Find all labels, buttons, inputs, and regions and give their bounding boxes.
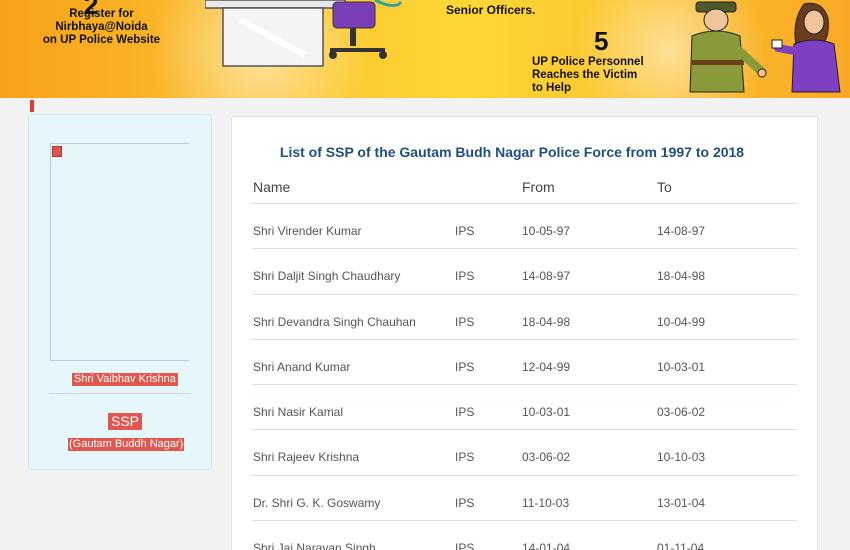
- card-divider: [49, 393, 191, 394]
- cell-name: Dr. Shri G. K. Goswamy: [253, 495, 381, 510]
- table-header: Name From To: [252, 169, 797, 204]
- cell-name: Shri Anand Kumar: [253, 359, 351, 374]
- broken-image-icon: [52, 146, 62, 157]
- cell-service: IPS: [455, 314, 475, 329]
- cell-from: 03-06-02: [522, 450, 571, 465]
- broken-image-marker: [30, 100, 34, 112]
- cell-service: IPS: [455, 359, 475, 374]
- table-row: Shri Nasir Kamal IPS 10-03-01 03-06-02: [252, 385, 797, 431]
- cell-name: Shri Virender Kumar: [253, 224, 362, 238]
- cell-to: 10-04-99: [657, 314, 706, 329]
- table-row: Shri Virender Kumar IPS 10-05-97 14-08-97: [252, 204, 797, 250]
- page-title: List of SSP of the Gautam Budh Nagar Pol…: [279, 144, 745, 160]
- cell-to: 01-11-04: [657, 541, 705, 550]
- desk-illustration-icon: [205, 0, 403, 67]
- column-header-to: To: [657, 179, 672, 195]
- cell-to: 10-10-03: [657, 450, 706, 465]
- cell-from: 10-03-01: [522, 405, 571, 420]
- ssp-list-panel: List of SSP of the Gautam Budh Nagar Pol…: [231, 116, 818, 550]
- cell-service: IPS: [455, 224, 475, 238]
- cell-from: 14-08-97: [522, 269, 571, 284]
- table-row: Shri Daljit Singh Chaudhary IPS 14-08-97 18…: [252, 249, 797, 295]
- table-row: Shri Anand Kumar IPS 12-04-99 10-03-01: [252, 340, 797, 386]
- cell-from: 11-10-03: [522, 495, 570, 510]
- ssp-table: Name From To Shri Virender Kumar IPS 10-05…: [252, 169, 797, 550]
- cell-from: 10-05-97: [522, 224, 571, 238]
- officer-area: (Gautam Buddh Nagar): [68, 438, 185, 451]
- column-header-name: Name: [253, 179, 291, 195]
- table-row: Shri Rajeev Krishna IPS 03-06-02 10-10-03: [252, 430, 797, 476]
- officer-card: Shri Vaibhav Krishna SSP (Gautam Buddh N…: [28, 114, 212, 470]
- cell-to: 18-04-98: [657, 269, 706, 284]
- cell-service: IPS: [455, 269, 475, 284]
- column-header-from: From: [522, 179, 555, 195]
- officer-name: Shri Vaibhav Krishna: [72, 373, 178, 386]
- banner-step-register-text: Register for Nirbhaya@Noida on UP Police…: [42, 8, 161, 46]
- cell-to: 03-06-02: [657, 405, 706, 420]
- table-row: Shri Devandra Singh Chauhan IPS 18-04-98 10…: [252, 295, 797, 340]
- cell-name: Shri Jai Narayan Singh: [253, 541, 376, 550]
- cell-name: Shri Nasir Kamal: [253, 405, 344, 420]
- officer-post: SSP: [108, 413, 143, 430]
- cell-name: Shri Rajeev Krishna: [253, 450, 360, 465]
- officer-photo: [50, 143, 189, 361]
- cell-to: 10-03-01: [657, 359, 706, 374]
- cell-from: 12-04-99: [522, 359, 571, 374]
- banner-step-help-text: UP Police Personnel Reaches the Victim t…: [532, 56, 644, 94]
- cell-to: 14-08-97: [657, 224, 706, 238]
- banner-step-officers-text: Senior Officers.: [446, 3, 536, 17]
- cell-service: IPS: [455, 541, 475, 550]
- table-row: Shri Jai Narayan Singh IPS 14-01-04 01-11-0…: [252, 521, 797, 550]
- police-officer-icon: [689, 1, 767, 93]
- cell-name: Shri Daljit Singh Chaudhary: [253, 269, 401, 284]
- cell-from: 18-04-98: [522, 314, 571, 329]
- cell-service: IPS: [455, 495, 475, 510]
- table-row: Dr. Shri G. K. Goswamy IPS 11-10-03 13-01-0…: [252, 476, 797, 522]
- banner-step-five-number: 5: [594, 26, 609, 56]
- cell-to: 13-01-04: [657, 495, 706, 510]
- woman-victim-icon: [771, 2, 841, 93]
- cell-service: IPS: [455, 405, 475, 420]
- cell-from: 14-01-04: [522, 541, 571, 550]
- cell-name: Shri Devandra Singh Chauhan: [253, 314, 416, 329]
- table-body: Shri Virender Kumar IPS 10-05-97 14-08-97 Sh…: [252, 204, 797, 550]
- header-banner: 2 Register for Nirbhaya@Noida on UP Poli…: [0, 0, 850, 98]
- cell-service: IPS: [455, 450, 475, 465]
